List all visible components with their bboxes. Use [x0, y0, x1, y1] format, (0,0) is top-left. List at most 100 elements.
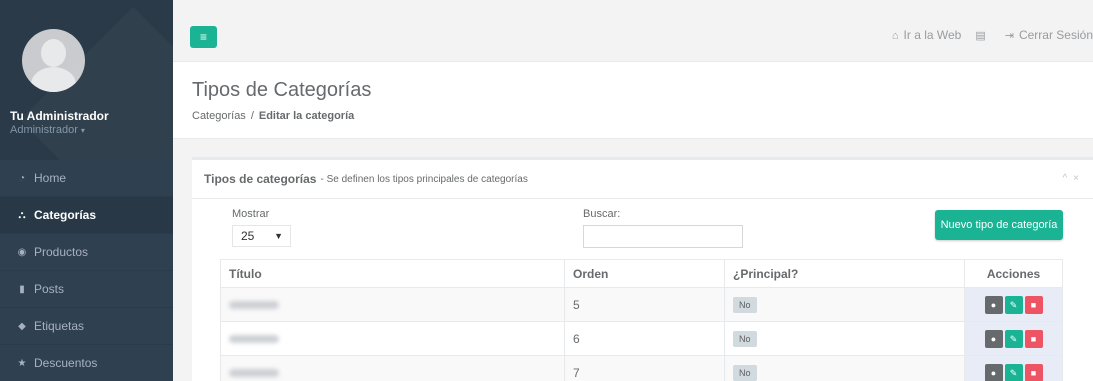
- view-button[interactable]: ●: [984, 363, 1003, 381]
- principal-badge: No: [733, 330, 757, 347]
- categories-panel: Tipos de categorías - Se definen los tip…: [192, 157, 1093, 381]
- table-row: 5 No ● ✎ ■: [220, 287, 1063, 322]
- page-heading: Tipos de Categorías Categorías / Editar la…: [173, 62, 1093, 139]
- edit-icon: ✎: [1009, 299, 1018, 310]
- panel-header: Tipos de categorías - Se definen los tip…: [192, 160, 1093, 199]
- cell-title-redacted: [220, 355, 565, 381]
- sidebar-item-label: Descuentos: [34, 356, 98, 370]
- top-navbar: ≡ ⌂ Ir a la Web ▤ ⇥ Cerrar Sesión: [173, 0, 1093, 62]
- messages-link[interactable]: ▤: [975, 28, 990, 42]
- page-length-value: 25: [241, 229, 255, 243]
- principal-badge: No: [733, 296, 757, 313]
- sidebar-item-posts[interactable]: ▮ Posts: [0, 271, 173, 308]
- menu-toggle-button[interactable]: ≡: [190, 26, 217, 48]
- hamburger-icon: ≡: [199, 30, 207, 44]
- delete-button[interactable]: ■: [1024, 295, 1043, 314]
- search-input[interactable]: [583, 225, 743, 248]
- principal-badge: No: [733, 364, 757, 381]
- sidebar-item-label: Categorías: [34, 208, 97, 222]
- sidebar-item-productos[interactable]: ◉ Productos: [0, 234, 173, 271]
- edit-icon: ✎: [1009, 333, 1018, 344]
- tag-icon: ◆: [18, 320, 26, 332]
- breadcrumb-separator: /: [250, 110, 254, 122]
- panel-tools: ^ ×: [1062, 173, 1079, 184]
- edit-button[interactable]: ✎: [1004, 295, 1023, 314]
- eye-icon: ●: [990, 367, 997, 378]
- logout-label: Cerrar Sesión: [1018, 28, 1093, 42]
- top-links: ⌂ Ir a la Web ▤ ⇥ Cerrar Sesión: [892, 28, 1093, 42]
- cell-order: 7: [564, 355, 725, 381]
- chevron-up-icon[interactable]: ^: [1062, 173, 1067, 184]
- trash-icon: ■: [1030, 367, 1037, 378]
- edit-button[interactable]: ✎: [1004, 329, 1023, 348]
- table-header-row: Título Orden ¿Principal? Acciones: [220, 259, 1063, 288]
- globe-icon: ◉: [17, 246, 27, 258]
- view-button[interactable]: ●: [984, 295, 1003, 314]
- sign-out-icon: ⇥: [1004, 30, 1014, 42]
- column-header-title[interactable]: Título: [220, 259, 565, 288]
- eye-icon: ●: [990, 299, 997, 310]
- chevron-down-icon: ▼: [274, 231, 283, 241]
- sitemap-icon: ⛬: [18, 209, 26, 221]
- avatar-head-shape: [41, 39, 66, 67]
- cell-actions: ● ✎ ■: [964, 287, 1063, 322]
- cell-principal: No: [724, 355, 965, 381]
- profile-name: Tu Administrador: [10, 109, 109, 123]
- redacted-text: [229, 334, 279, 343]
- breadcrumb-current: Editar la categoría: [258, 110, 355, 122]
- edit-icon: ✎: [1009, 367, 1018, 378]
- view-button[interactable]: ●: [984, 329, 1003, 348]
- column-header-actions: Acciones: [964, 259, 1063, 288]
- sidebar-item-descuentos[interactable]: ★ Descuentos: [0, 345, 173, 381]
- sidebar-item-label: Productos: [34, 245, 89, 259]
- caret-down-icon: ▾: [80, 126, 85, 135]
- trash-icon: ■: [1030, 333, 1037, 344]
- page-length-select[interactable]: 25 ▼: [232, 225, 291, 247]
- edit-button[interactable]: ✎: [1004, 363, 1023, 381]
- panel-title: Tipos de categorías: [204, 172, 317, 186]
- cell-order: 5: [564, 287, 725, 322]
- show-entries-label: Mostrar: [232, 208, 270, 220]
- avatar-body-shape: [31, 67, 76, 92]
- column-header-principal[interactable]: ¿Principal?: [724, 259, 965, 288]
- go-to-web-label: Ir a la Web: [903, 28, 962, 42]
- sidebar-item-label: Etiquetas: [34, 319, 85, 333]
- table-row: 6 No ● ✎ ■: [220, 321, 1063, 356]
- sidebar-nav: ◔ Home ⛬ Categorías ◉ Productos ▮ Posts …: [0, 160, 173, 381]
- table-row: 7 No ● ✎ ■: [220, 355, 1063, 381]
- sidebar-item-etiquetas[interactable]: ◆ Etiquetas: [0, 308, 173, 345]
- new-category-type-button[interactable]: Nuevo tipo de categoría: [935, 210, 1063, 240]
- sidebar-item-home[interactable]: ◔ Home: [0, 160, 173, 197]
- column-header-order[interactable]: Orden: [564, 259, 725, 288]
- panel-subtitle: - Se definen los tipos principales de ca…: [320, 173, 528, 185]
- go-to-web-link[interactable]: ⌂ Ir a la Web: [892, 28, 961, 42]
- close-icon[interactable]: ×: [1073, 173, 1079, 184]
- breadcrumb-parent-link[interactable]: Categorías: [192, 110, 246, 122]
- cell-principal: No: [724, 321, 965, 356]
- sidebar-item-categorias[interactable]: ⛬ Categorías: [0, 197, 173, 234]
- eye-icon: ●: [990, 333, 997, 344]
- sidebar: Tu Administrador Administrador ▾ ◔ Home …: [0, 0, 173, 381]
- delete-button[interactable]: ■: [1024, 329, 1043, 348]
- files-icon: ▮: [19, 283, 25, 295]
- cell-actions: ● ✎ ■: [964, 355, 1063, 381]
- redacted-text: [229, 368, 279, 377]
- trash-icon: ■: [1030, 299, 1037, 310]
- search-label: Buscar:: [583, 208, 621, 220]
- avatar[interactable]: [22, 29, 85, 92]
- home-icon: ⌂: [891, 30, 899, 42]
- table-controls: Mostrar 25 ▼ Buscar: Nuevo tipo de categ…: [192, 199, 1093, 257]
- cell-order: 6: [564, 321, 725, 356]
- category-types-table: Título Orden ¿Principal? Acciones 5 No ●…: [220, 259, 1063, 381]
- logout-link[interactable]: ⇥ Cerrar Sesión: [1005, 28, 1093, 42]
- sidebar-item-label: Posts: [34, 282, 65, 296]
- cell-title-redacted: [220, 321, 565, 356]
- newspaper-icon: ▤: [975, 30, 986, 42]
- breadcrumb: Categorías / Editar la categoría: [192, 110, 354, 122]
- dashboard-icon: ◔: [18, 172, 26, 184]
- sidebar-item-label: Home: [34, 171, 67, 185]
- profile-role-label: Administrador: [10, 124, 78, 136]
- delete-button[interactable]: ■: [1024, 363, 1043, 381]
- profile-role-dropdown[interactable]: Administrador ▾: [10, 124, 85, 136]
- page-title: Tipos de Categorías: [192, 79, 372, 101]
